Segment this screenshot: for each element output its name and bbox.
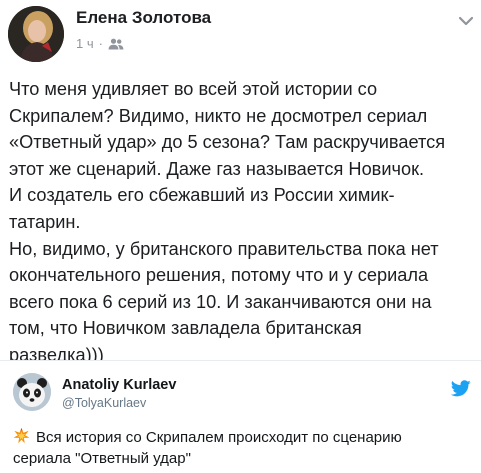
avatar-image	[8, 6, 64, 62]
post-body-line: том, что Новичком завладела британская	[9, 318, 362, 339]
post-body-line: Но, видимо, у британского правительства …	[9, 238, 439, 259]
post-body-line: И создатель его сбежавший из России хими…	[9, 185, 395, 206]
post-body-line: татарин.	[9, 211, 81, 232]
chevron-down-icon[interactable]	[458, 14, 474, 28]
friends-icon[interactable]	[108, 38, 124, 50]
author-avatar[interactable]	[8, 6, 64, 62]
post-body-line: этот же сценарий. Даже газ называется Но…	[9, 158, 425, 179]
tweet-body: Вся история со Скрипалем происходит по с…	[13, 427, 473, 469]
post-body-line: всего пока 6 серий из 10. И заканчиваютс…	[9, 291, 432, 312]
post-body-line: «Ответный удар» до 5 сезона? Там раскруч…	[9, 132, 446, 153]
post-body-line: Скрипалем? Видимо, никто не досмотрел се…	[9, 105, 428, 126]
author-name[interactable]: Елена Золотова	[76, 8, 211, 28]
post-body-line: Что меня удивляет во всей этой истории с…	[9, 79, 378, 99]
tweet-author-handle[interactable]: @TolyaKurlaev	[62, 396, 146, 410]
post-body: Что меня удивляет во всей этой истории с…	[9, 76, 481, 360]
panda-avatar-image	[13, 373, 51, 411]
tweet-body-line: Вся история со Скрипалем происходит по с…	[13, 427, 473, 448]
tweet-body-text: Вся история со Скрипалем происходит по с…	[36, 429, 402, 446]
tweet-author-avatar[interactable]	[13, 373, 51, 411]
post-timestamp[interactable]: 1 ч	[76, 36, 94, 51]
meta-separator: ·	[98, 36, 103, 51]
facebook-post: Елена Золотова 1 ч · Что меня удивляет в…	[0, 0, 481, 360]
tweet-body-line: сериала "Ответный удар"	[13, 450, 191, 467]
post-body-line: окончательного решения, потому что и у с…	[9, 265, 429, 286]
twitter-post: Anatoliy Kurlaev @TolyaKurlaev Вся истор…	[0, 361, 481, 473]
collision-emoji-icon	[13, 428, 30, 444]
post-meta: 1 ч ·	[76, 36, 124, 51]
twitter-bird-icon[interactable]	[451, 380, 471, 397]
post-body-line: разведка)))	[9, 344, 104, 360]
tweet-author-name[interactable]: Anatoliy Kurlaev	[62, 377, 176, 393]
